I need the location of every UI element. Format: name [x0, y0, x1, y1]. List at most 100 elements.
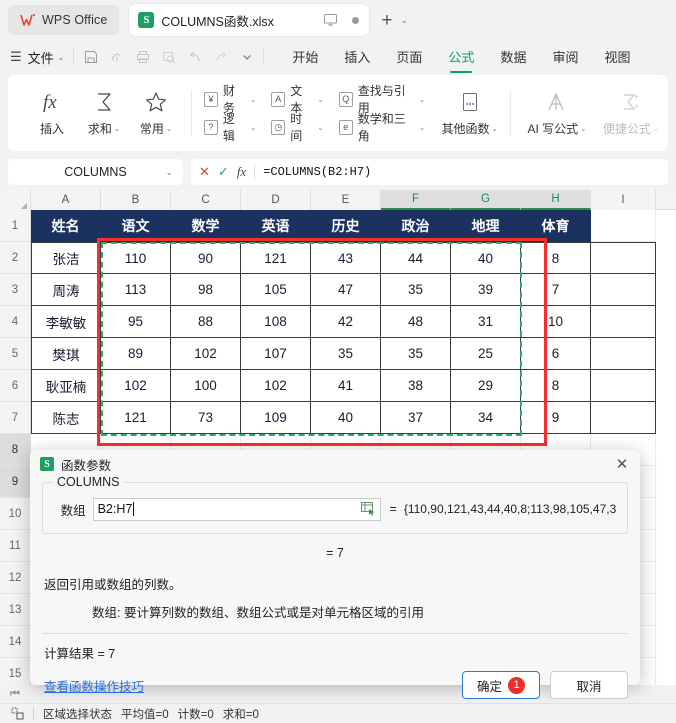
customize-toolbar-caret-icon[interactable] [239, 50, 254, 65]
cell-C7[interactable]: 73 [171, 402, 241, 434]
cell-D3[interactable]: 105 [241, 274, 311, 306]
cell-G1[interactable]: 地理 [451, 210, 521, 242]
cell-G5[interactable]: 25 [451, 338, 521, 370]
cell-E5[interactable]: 35 [311, 338, 381, 370]
cell-C6[interactable]: 100 [171, 370, 241, 402]
name-box[interactable]: COLUMNS ⌄ [8, 159, 183, 185]
tab-formula[interactable]: 公式 [435, 42, 487, 73]
text-functions-button[interactable]: A 文本 ⌄ [268, 84, 326, 115]
column-header-H[interactable]: H [521, 190, 591, 210]
cell-H1[interactable]: 体育 [521, 210, 591, 242]
new-tab-button[interactable]: + [381, 11, 392, 30]
function-help-link[interactable]: 查看函数操作技巧 [44, 676, 462, 695]
cell-H3[interactable]: 7 [521, 274, 591, 306]
cell-C1[interactable]: 数学 [171, 210, 241, 242]
other-functions-button[interactable]: 其他函数 ⌄ [438, 82, 501, 144]
formula-input[interactable]: =COLUMNS(B2:H7) [263, 165, 371, 179]
row-header-11[interactable]: 11 [0, 530, 31, 562]
cell-A2[interactable]: 张洁 [31, 242, 101, 274]
cell-I2[interactable] [591, 242, 656, 274]
row-header-13[interactable]: 13 [0, 594, 31, 626]
cell-G2[interactable]: 40 [451, 242, 521, 274]
cell-H4[interactable]: 10 [521, 306, 591, 338]
logical-functions-button[interactable]: ? 逻辑 ⌄ [201, 112, 259, 143]
insert-function-icon[interactable]: fx [237, 164, 246, 180]
row-header-9[interactable]: 9 [0, 466, 31, 498]
undo-icon[interactable] [187, 50, 202, 65]
cell-D4[interactable]: 108 [241, 306, 311, 338]
cell-D5[interactable]: 107 [241, 338, 311, 370]
tab-data[interactable]: 数据 [487, 42, 539, 73]
cell-H6[interactable]: 8 [521, 370, 591, 402]
file-menu-button[interactable]: 文件 ⌄ [28, 48, 65, 67]
cell-E1[interactable]: 历史 [311, 210, 381, 242]
cell-B5[interactable]: 89 [101, 338, 171, 370]
select-all-corner[interactable] [0, 190, 31, 210]
column-header-D[interactable]: D [241, 190, 311, 210]
cell-F1[interactable]: 政治 [381, 210, 451, 242]
cell-I5[interactable] [591, 338, 656, 370]
cell-G3[interactable]: 39 [451, 274, 521, 306]
cancel-formula-icon[interactable]: ✕ [199, 164, 210, 180]
tab-insert[interactable]: 插入 [331, 42, 383, 73]
chevron-down-icon[interactable]: ⌄ [165, 167, 173, 178]
row-header-15[interactable]: 15 [0, 658, 31, 685]
cell-G6[interactable]: 29 [451, 370, 521, 402]
column-header-A[interactable]: A [31, 190, 101, 210]
tab-list-caret-icon[interactable]: ⌄ [400, 15, 408, 26]
argument-input-array[interactable]: B2:H7 [92, 497, 381, 521]
cell-H2[interactable]: 8 [521, 242, 591, 274]
row-header-8[interactable]: 8 [0, 434, 31, 466]
tab-view[interactable]: 视图 [591, 42, 643, 73]
row-header-10[interactable]: 10 [0, 498, 31, 530]
cell-A7[interactable]: 陈志 [31, 402, 101, 434]
formula-bar[interactable]: ✕ ✓ fx =COLUMNS(B2:H7) [191, 159, 668, 185]
row-header-6[interactable]: 6 [0, 370, 31, 402]
lookup-functions-button[interactable]: Q 查找与引用 ⌄ [336, 84, 429, 115]
cell-F6[interactable]: 38 [381, 370, 451, 402]
selection-mode-icon[interactable] [10, 707, 24, 721]
math-functions-button[interactable]: e 数学和三角 ⌄ [336, 112, 429, 143]
row-header-7[interactable]: 7 [0, 402, 31, 434]
quick-formula-button[interactable]: + × 便捷公式 ⌄ [594, 82, 668, 144]
close-icon[interactable]: ✕ [612, 457, 632, 472]
autosum-button[interactable]: 求和 ⌄ [78, 82, 130, 144]
column-header-B[interactable]: B [101, 190, 171, 210]
cell-I3[interactable] [591, 274, 656, 306]
cell-C5[interactable]: 102 [171, 338, 241, 370]
column-header-C[interactable]: C [171, 190, 241, 210]
cell-E3[interactable]: 47 [311, 274, 381, 306]
column-header-I[interactable]: I [591, 190, 656, 210]
cell-F5[interactable]: 35 [381, 338, 451, 370]
cell-B2[interactable]: 110 [101, 242, 171, 274]
confirm-formula-icon[interactable]: ✓ [218, 164, 229, 180]
cell-A4[interactable]: 李敏敏 [31, 306, 101, 338]
ai-write-formula-button[interactable]: AI 写公式 ⌄ [520, 82, 594, 144]
redo-icon[interactable] [213, 50, 228, 65]
cell-C3[interactable]: 98 [171, 274, 241, 306]
app-menu-icon[interactable]: ☰ [10, 49, 22, 65]
cell-B7[interactable]: 121 [101, 402, 171, 434]
datetime-functions-button[interactable]: ◷ 时间 ⌄ [268, 112, 326, 143]
tab-start[interactable]: 开始 [279, 42, 331, 73]
presentation-monitor-icon[interactable] [324, 14, 338, 26]
cell-E4[interactable]: 42 [311, 306, 381, 338]
cell-I7[interactable] [591, 402, 656, 434]
row-header-2[interactable]: 2 [0, 242, 31, 274]
cell-C2[interactable]: 90 [171, 242, 241, 274]
cell-B4[interactable]: 95 [101, 306, 171, 338]
cell-F7[interactable]: 37 [381, 402, 451, 434]
cell-I6[interactable] [591, 370, 656, 402]
range-picker-icon[interactable] [361, 502, 376, 517]
cell-I4[interactable] [591, 306, 656, 338]
cancel-button[interactable]: 取消 [550, 671, 628, 699]
wps-office-button[interactable]: WPS Office [8, 5, 120, 35]
row-header-5[interactable]: 5 [0, 338, 31, 370]
cell-F3[interactable]: 35 [381, 274, 451, 306]
document-tab[interactable]: S COLUMNS函数.xlsx [129, 4, 370, 36]
print-preview-icon[interactable] [161, 50, 176, 65]
row-header-1[interactable]: 1 [0, 210, 31, 242]
tab-review[interactable]: 审阅 [539, 42, 591, 73]
cell-G7[interactable]: 34 [451, 402, 521, 434]
row-header-12[interactable]: 12 [0, 562, 31, 594]
